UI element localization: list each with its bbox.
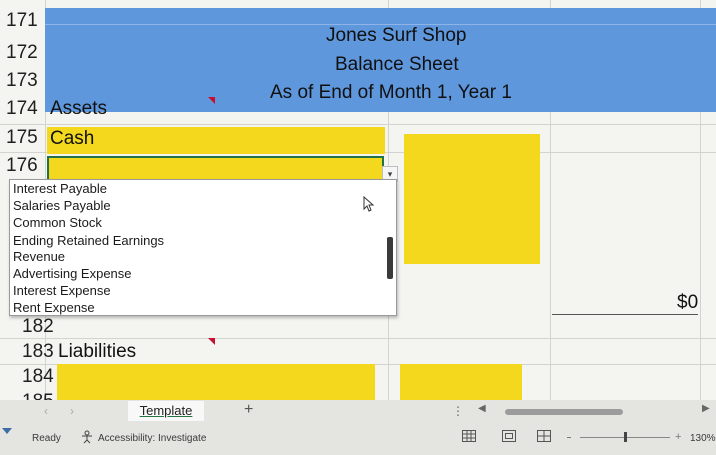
sheet-tab-template[interactable]: Template: [128, 401, 204, 421]
dropdown-option[interactable]: Revenue: [13, 249, 65, 264]
liability-select-cell[interactable]: [57, 364, 375, 400]
ready-status: Ready: [32, 433, 61, 444]
mouse-pointer-icon: [363, 196, 375, 212]
hscroll-right-icon[interactable]: ▶: [702, 403, 710, 414]
dropdown-option[interactable]: Interest Payable: [13, 181, 107, 196]
more-options-icon[interactable]: ⋮: [452, 404, 464, 418]
comment-indicator[interactable]: [208, 338, 215, 345]
scroll-right-icon[interactable]: ›: [70, 404, 74, 418]
grid-view-icon[interactable]: [462, 430, 476, 442]
add-sheet-button[interactable]: +: [244, 401, 253, 419]
accessibility-icon[interactable]: [80, 430, 94, 444]
total-value[interactable]: $0: [677, 292, 698, 314]
assets-label[interactable]: Assets: [50, 98, 107, 120]
period-title[interactable]: As of End of Month 1, Year 1: [270, 82, 512, 104]
caret-icon: [2, 428, 12, 434]
cash-cell[interactable]: [47, 127, 385, 154]
row-number[interactable]: 174: [6, 98, 38, 120]
status-bar: Ready Accessibility: Investigate + 130%: [0, 424, 716, 455]
cash-label: Cash: [50, 128, 95, 149]
comment-indicator[interactable]: [208, 97, 215, 104]
total-underline: [552, 314, 698, 315]
liabilities-label[interactable]: Liabilities: [58, 341, 136, 363]
amount-input-cell[interactable]: [404, 134, 540, 264]
worksheet-grid[interactable]: 171 172 173 174 175 176 182 183 184 185 …: [0, 0, 716, 400]
page-break-icon[interactable]: [537, 430, 551, 442]
zoom-in-button[interactable]: +: [675, 431, 681, 443]
dropdown-option[interactable]: Rent Expense: [13, 300, 95, 315]
dropdown-option[interactable]: Interest Expense: [13, 283, 111, 298]
row-number[interactable]: 184: [22, 366, 54, 388]
sheet-tab-bar: ‹ › ⋮ ◀ ▶: [0, 400, 716, 424]
row-number[interactable]: 176: [6, 155, 38, 177]
grid-line: [0, 124, 716, 125]
row-number[interactable]: 173: [6, 70, 38, 92]
row-number[interactable]: 172: [6, 42, 38, 64]
grid-line: [0, 338, 716, 339]
hscroll-left-icon[interactable]: ◀: [478, 403, 486, 414]
row-number[interactable]: 183: [22, 341, 54, 363]
zoom-out-button[interactable]: [567, 437, 571, 438]
scroll-left-icon[interactable]: ‹: [44, 404, 48, 418]
row-number[interactable]: 171: [6, 10, 38, 32]
dropdown-option[interactable]: Common Stock: [13, 215, 102, 230]
statement-title[interactable]: Balance Sheet: [335, 54, 459, 76]
dropdown-option[interactable]: Ending Retained Earnings: [13, 233, 164, 248]
company-name[interactable]: Jones Surf Shop: [326, 25, 466, 47]
zoom-level[interactable]: 130%: [690, 433, 716, 444]
row-number[interactable]: 182: [22, 316, 54, 338]
dropdown-option[interactable]: Advertising Expense: [13, 266, 132, 281]
liability-amount-cell[interactable]: [400, 364, 522, 400]
dropdown-scrollbar-thumb[interactable]: [387, 237, 393, 279]
dropdown-option[interactable]: Salaries Payable: [13, 198, 111, 213]
zoom-slider-thumb[interactable]: [624, 432, 627, 442]
row-number[interactable]: 185: [22, 391, 54, 400]
validation-dropdown-list[interactable]: Interest Payable Salaries Payable Common…: [9, 179, 397, 316]
row-number[interactable]: 175: [6, 127, 38, 149]
accessibility-status[interactable]: Accessibility: Investigate: [98, 433, 206, 444]
page-layout-icon[interactable]: [502, 430, 516, 442]
horizontal-scrollbar-thumb[interactable]: [505, 409, 623, 415]
